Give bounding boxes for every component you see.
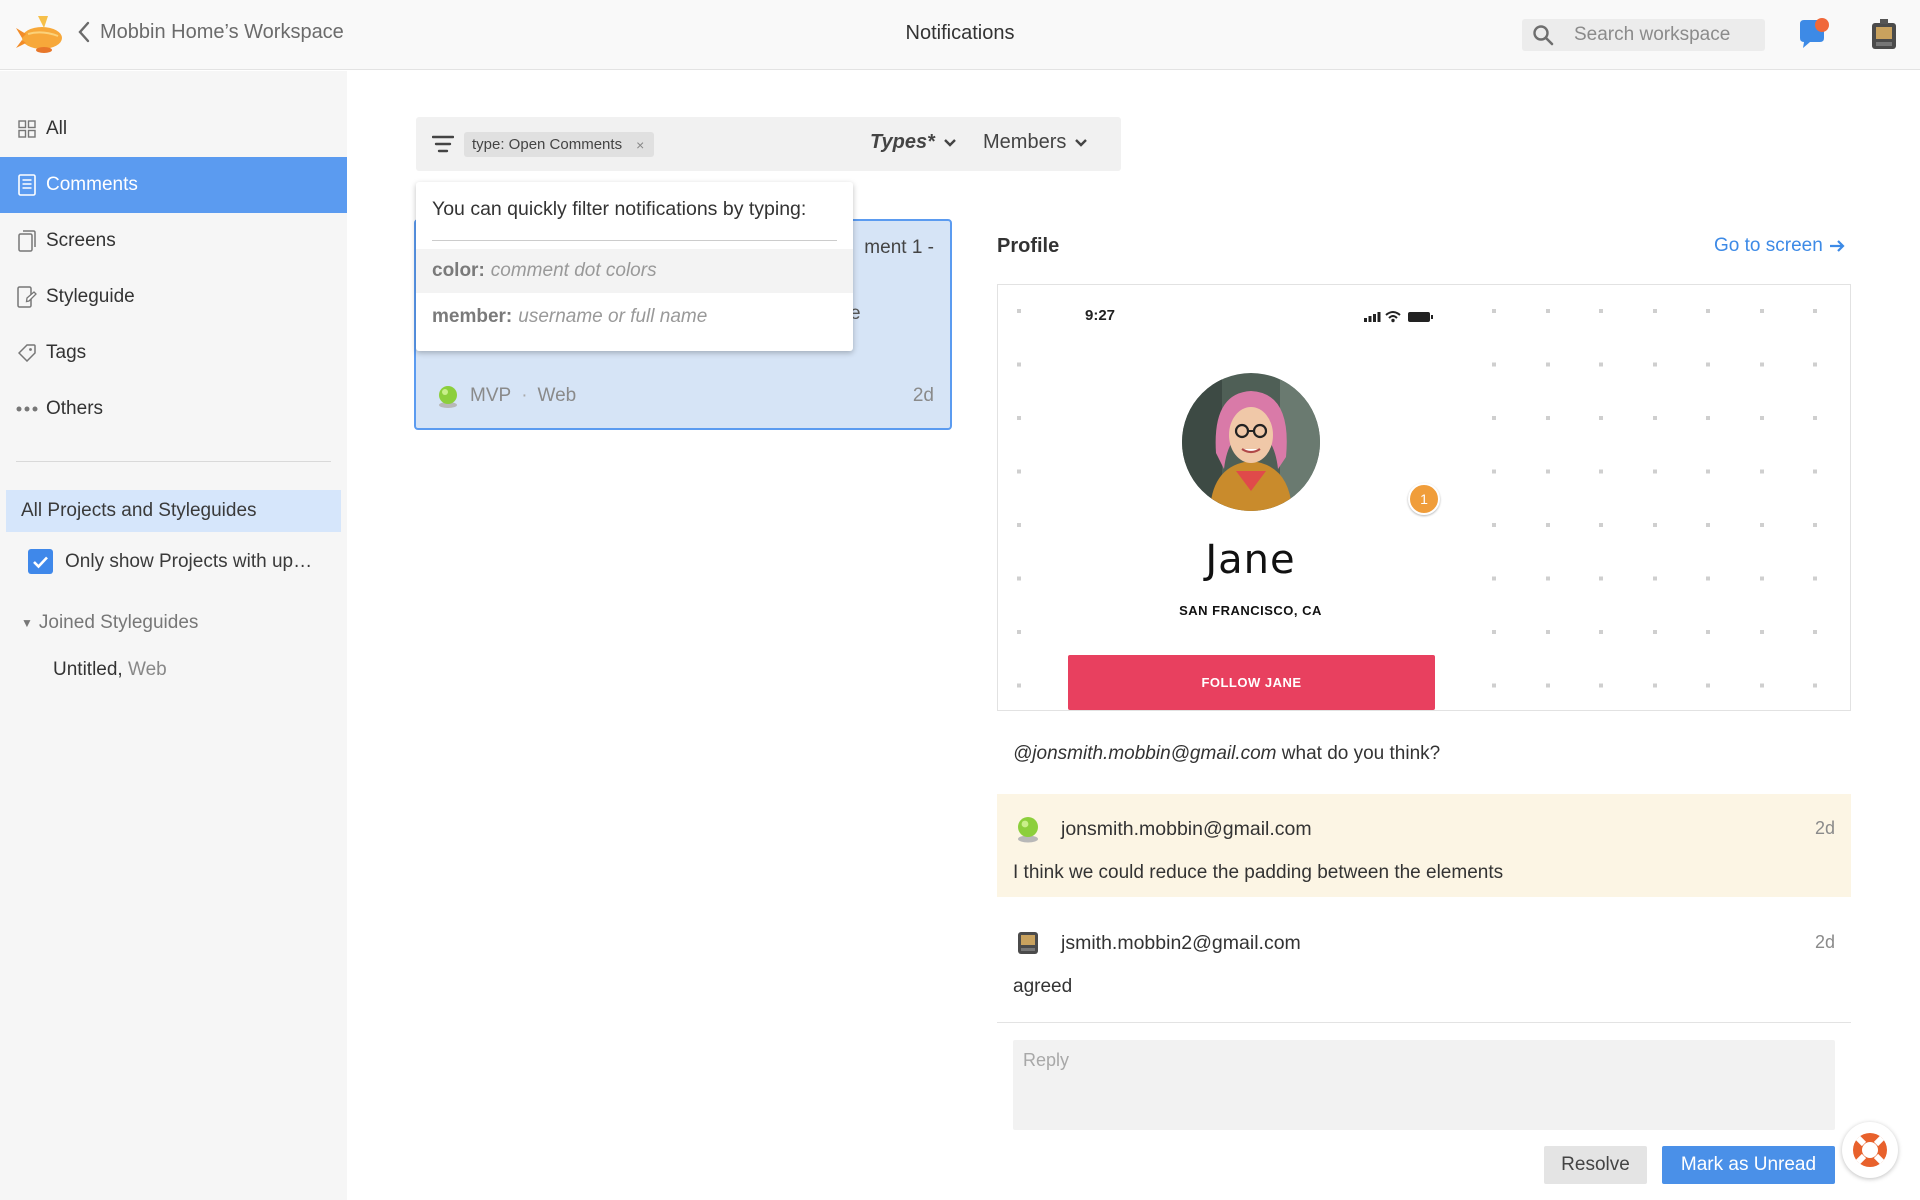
more-icon (16, 398, 38, 420)
checkbox-checked-icon[interactable] (28, 549, 53, 574)
user-avatar-icon (1018, 932, 1038, 954)
card-footer: MVP · Web (436, 383, 576, 409)
reply-input[interactable] (1013, 1040, 1835, 1130)
members-label: Members (983, 131, 1067, 153)
profile-name: Jane (1205, 537, 1296, 583)
all-projects-filter[interactable]: All Projects and Styleguides (6, 490, 341, 532)
chevron-down-icon (1075, 138, 1088, 147)
comment-age: 2d (1814, 932, 1835, 952)
help-lifebuoy-icon[interactable] (1842, 1122, 1898, 1178)
hint-option-member[interactable]: member: username or full name (416, 295, 853, 339)
card-project: MVP (470, 385, 512, 406)
zeplin-logo-icon[interactable] (14, 12, 66, 58)
sidebar-item-label: Others (46, 398, 104, 419)
go-to-screen-label: Go to screen (1714, 235, 1823, 256)
sidebar-item-label: Styleguide (46, 286, 135, 307)
follow-button[interactable]: FOLLOW JANE (1068, 655, 1435, 710)
filter-hint-popover: You can quickly filter notifications by … (416, 182, 853, 351)
comment-item: jonsmith.mobbin@gmail.com 2d I think we … (997, 794, 1851, 897)
hint-title: You can quickly filter notifications by … (432, 198, 807, 220)
mention-text: what do you think? (1276, 743, 1441, 764)
close-icon[interactable]: × (636, 137, 644, 153)
only-show-projects-checkbox[interactable]: Only show Projects with up… (28, 549, 312, 574)
search-box[interactable] (1522, 19, 1765, 51)
comment-text: agreed (1013, 976, 1073, 997)
tag-icon (16, 342, 38, 364)
chevron-down-icon (943, 138, 956, 147)
comment-author: jsmith.mobbin2@gmail.com (1061, 932, 1301, 954)
go-to-screen-link[interactable]: Go to screen (1714, 235, 1845, 257)
card-age: 2d (912, 385, 934, 406)
comment-age: 2d (1814, 818, 1835, 838)
hint-key: member: (432, 306, 513, 327)
types-dropdown[interactable]: Types* (870, 131, 957, 154)
grid-icon (16, 118, 38, 140)
user-avatar-icon[interactable] (1868, 17, 1900, 53)
sidebar: All Comments Screens Styleguide Tags Oth… (0, 71, 347, 1200)
sidebar-item-tags[interactable]: Tags (0, 325, 347, 381)
sidebar-item-label: Comments (46, 174, 138, 195)
members-dropdown[interactable]: Members (983, 131, 1088, 154)
filter-chip-label: type: Open Comments (472, 136, 623, 153)
triangle-down-icon: ▼ (21, 616, 33, 630)
card-platform: Web (537, 385, 577, 406)
filter-bar: type: Open Comments × Types* Members (416, 117, 1121, 171)
styleguide-platform: Web (122, 659, 167, 680)
document-icon (16, 174, 38, 196)
sidebar-divider (16, 461, 331, 462)
screen-preview[interactable]: 9:27 1 Jane SAN FRANCISCO, CA FOLLOW JAN… (997, 284, 1851, 711)
filter-chip[interactable]: type: Open Comments × (464, 132, 655, 157)
chevron-left-icon (78, 21, 90, 43)
thread-divider (997, 1022, 1851, 1023)
sidebar-item-all[interactable]: All (0, 101, 347, 157)
profile-location: SAN FRANCISCO, CA (1179, 603, 1322, 618)
profile-photo (1182, 373, 1320, 511)
sidebar-item-others[interactable]: Others (0, 381, 347, 437)
phone-status-icons (1364, 311, 1433, 323)
workspace-name: Mobbin Home’s Workspace (100, 20, 344, 43)
sidebar-item-styleguide[interactable]: Styleguide (0, 269, 347, 325)
styleguide-name: Untitled, (53, 659, 123, 680)
arrow-right-icon (1829, 240, 1845, 252)
mark-as-unread-button[interactable]: Mark as Unread (1662, 1146, 1835, 1184)
hint-key: color: (432, 260, 485, 281)
screen-name: Profile (997, 235, 1060, 257)
top-bar: Mobbin Home’s Workspace Notifications (0, 0, 1920, 70)
comment-mention: @jonsmith.mobbin@gmail.com what do you t… (1013, 743, 1440, 765)
resolve-button[interactable]: Resolve (1544, 1146, 1647, 1184)
sidebar-item-label: Screens (46, 230, 116, 251)
hint-desc: comment dot colors (490, 260, 657, 281)
green-dot-avatar-icon (1018, 817, 1038, 843)
types-label: Types* (870, 131, 935, 153)
hint-desc: username or full name (518, 306, 708, 327)
back-to-workspace-link[interactable]: Mobbin Home’s Workspace (76, 20, 344, 44)
green-dot-avatar-icon (439, 386, 457, 408)
sidebar-item-label: All (46, 118, 68, 139)
search-icon (1533, 25, 1554, 46)
styleguide-item-untitled[interactable]: Untitled, Web (53, 659, 167, 681)
styleguide-icon (16, 286, 38, 308)
search-input[interactable] (1574, 24, 1754, 46)
hint-option-color[interactable]: color: comment dot colors (416, 249, 853, 293)
filter-icon[interactable] (432, 133, 454, 155)
card-separator: · (521, 385, 528, 406)
comment-author: jonsmith.mobbin@gmail.com (1061, 818, 1312, 840)
phone-time: 9:27 (1085, 307, 1116, 324)
joined-styleguides-label: Joined Styleguides (38, 612, 199, 633)
comment-item: jsmith.mobbin2@gmail.com 2d agreed (997, 908, 1851, 1011)
sidebar-item-screens[interactable]: Screens (0, 213, 347, 269)
comment-badge[interactable]: 1 (1408, 483, 1440, 515)
mentioned-user[interactable]: @jonsmith.mobbin@gmail.com (1013, 743, 1277, 764)
comment-text: I think we could reduce the padding betw… (1013, 862, 1504, 883)
joined-styleguides-toggle[interactable]: ▼ Joined Styleguides (21, 612, 198, 634)
screens-icon (16, 230, 38, 252)
only-show-label: Only show Projects with up… (65, 550, 313, 572)
hint-divider (432, 240, 837, 241)
sidebar-item-label: Tags (46, 342, 87, 363)
notifications-icon[interactable] (1796, 16, 1832, 52)
sidebar-item-comments[interactable]: Comments (0, 157, 347, 213)
